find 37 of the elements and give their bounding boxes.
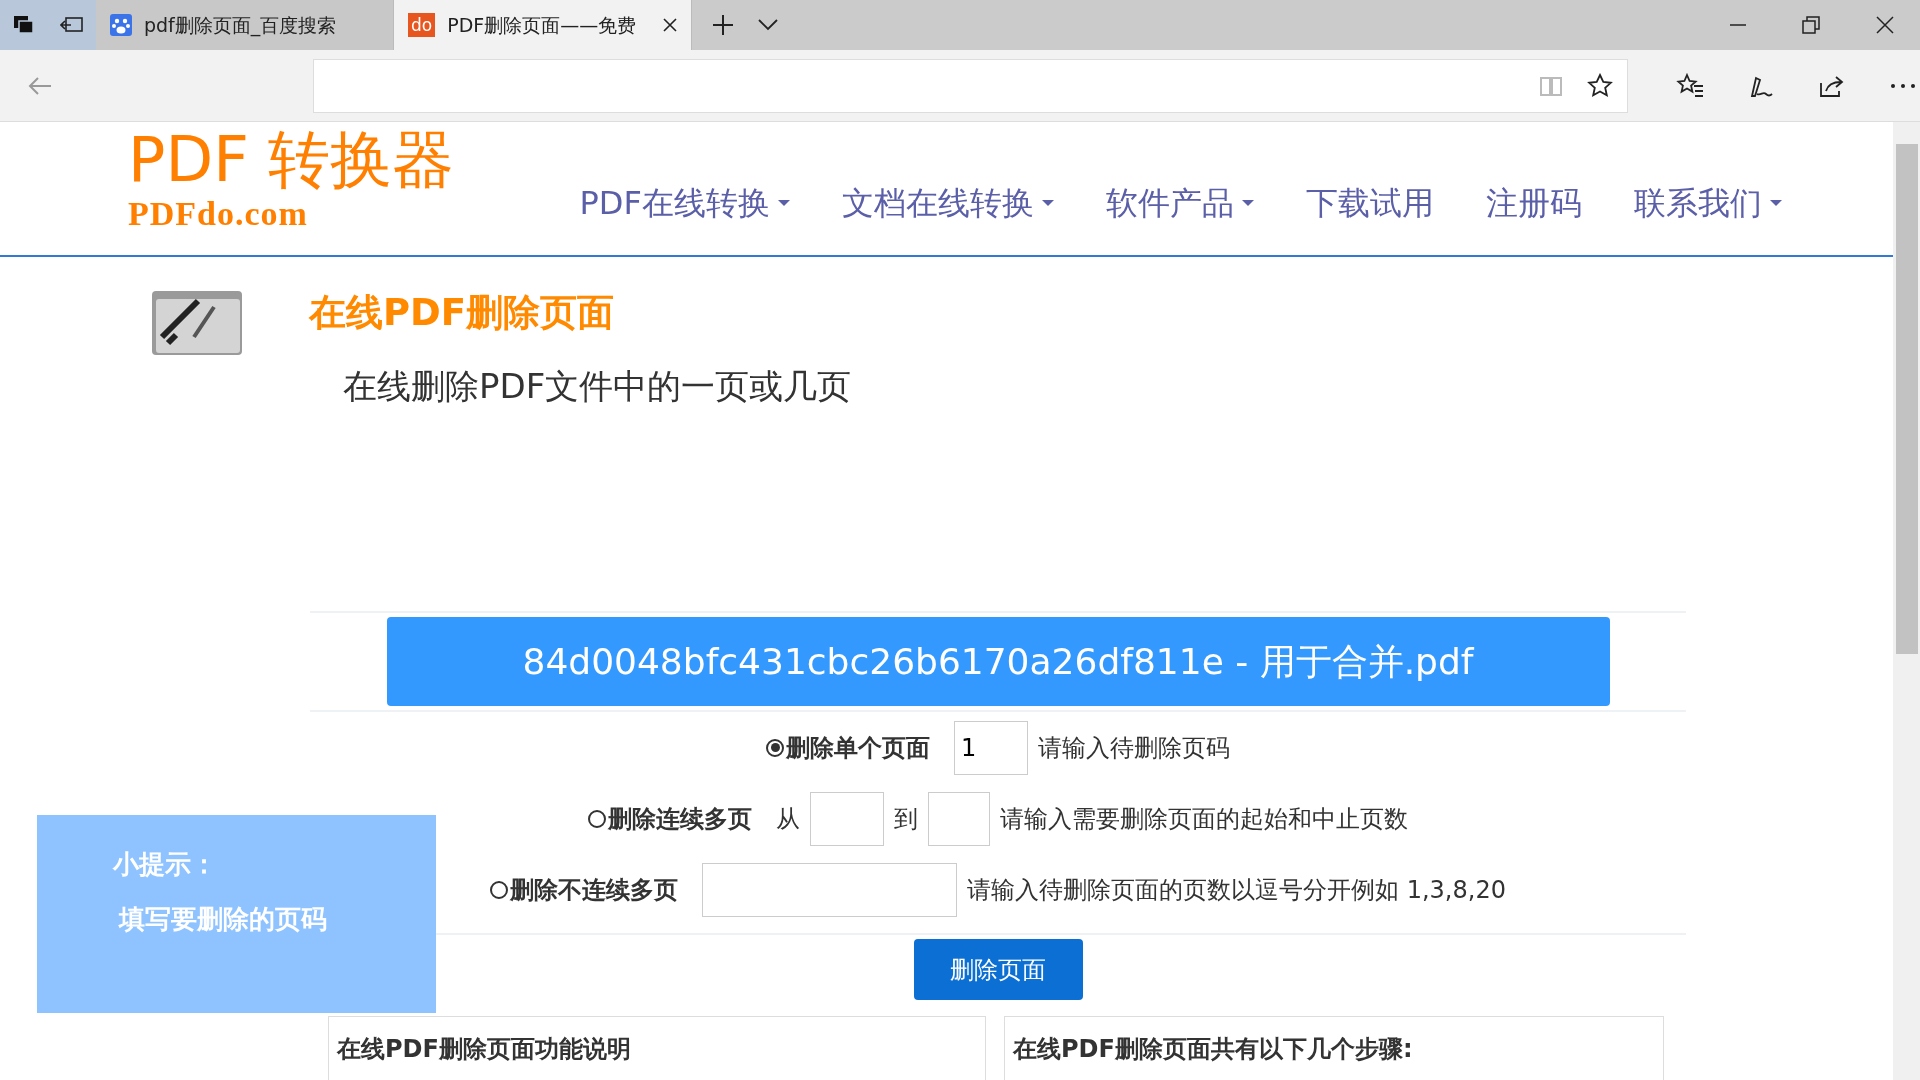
tab-preview-icon[interactable] [48, 0, 96, 50]
tool-title: 在线PDF删除页面 [309, 290, 616, 336]
nav-link[interactable]: 下载试用 [1305, 179, 1434, 227]
end-page-field[interactable] [928, 791, 990, 846]
page-list-field[interactable] [702, 862, 958, 917]
radio-option[interactable]: 删除不连续多页 [490, 871, 679, 908]
scrollbar[interactable] [1893, 122, 1920, 1080]
start-page-field[interactable] [810, 791, 884, 846]
nav-link[interactable]: 注册码 [1485, 179, 1582, 227]
browser-tab[interactable]: do PDF删除页面——免费 [394, 0, 692, 50]
site-favicon: do [408, 13, 436, 37]
tip-title: 小提示： [113, 848, 218, 881]
file-name-bar: 84d0048bfc431cbc26b6170a26df811e - 用于合并.pdf [386, 617, 1610, 706]
field-hint: 请输入待删除页码 [1038, 732, 1230, 764]
logo-domain: PDFdo.com [128, 197, 309, 231]
tab-set-aside-icon[interactable] [0, 0, 48, 50]
delete-pages-button[interactable]: 删除页面 [913, 939, 1083, 1000]
nav-link[interactable]: 软件产品 [1105, 179, 1254, 227]
from-label: 从 [776, 803, 800, 835]
panel-title: 在线PDF删除页面功能说明 [328, 1016, 986, 1080]
to-label: 到 [894, 803, 918, 835]
radio-option[interactable]: 删除单个页面 [766, 729, 930, 766]
tip-text: 填写要删除的页码 [119, 903, 328, 936]
page-number-field[interactable]: 1 [954, 720, 1028, 775]
paw-icon [110, 14, 132, 36]
nav-link[interactable]: 联系我们 [1633, 179, 1782, 227]
address-field[interactable] [313, 58, 1628, 113]
field-hint: 请输入需要删除页面的起始和中止页数 [1000, 803, 1408, 835]
field-hint: 请输入待删除页面的页数以逗号分开例如 1,3,8,20 [967, 874, 1506, 906]
nav-link[interactable]: 文档在线转换 [841, 179, 1054, 227]
radio-option[interactable]: 删除连续多页 [588, 800, 752, 837]
close-tab-icon[interactable] [663, 18, 677, 32]
panel-title: 在线PDF删除页面共有以下几个步骤: [1004, 1016, 1664, 1080]
logo-title: PDF 转换器 [128, 129, 455, 191]
tool-description: 在线删除PDF文件中的一页或几页 [343, 364, 852, 408]
nav-link[interactable]: PDF在线转换 [579, 179, 790, 227]
star-icon[interactable] [1587, 72, 1613, 99]
